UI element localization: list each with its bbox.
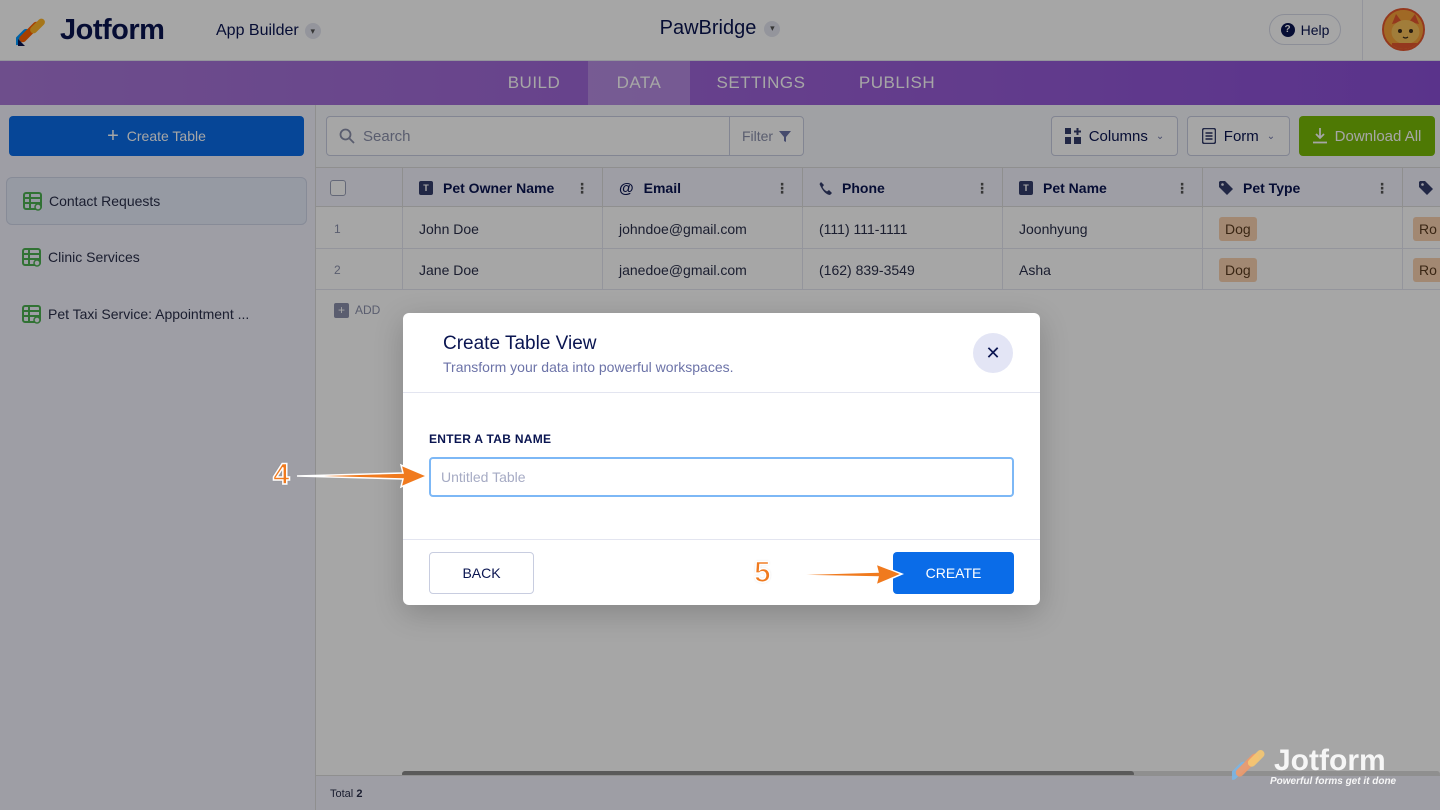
jotform-logo-icon xyxy=(1232,750,1265,780)
jotform-watermark: Jotform Powerful forms get it done xyxy=(1232,742,1412,787)
modal-subtitle: Transform your data into powerful worksp… xyxy=(443,359,734,375)
modal-title: Create Table View xyxy=(443,333,597,354)
tab-name-label: ENTER A TAB NAME xyxy=(429,432,552,446)
watermark-text: Jotform xyxy=(1274,744,1386,777)
arrow-right-icon xyxy=(775,562,905,587)
step-5-label: 5 xyxy=(753,555,771,590)
close-icon: ✕ xyxy=(985,342,1001,363)
arrow-right-icon xyxy=(296,463,429,489)
tab-name-input[interactable] xyxy=(429,457,1014,497)
create-button[interactable]: CREATE xyxy=(893,552,1014,594)
modal-footer: BACK CREATE xyxy=(403,539,1040,605)
step-4-label: 4 xyxy=(272,457,290,492)
modal-header: Create Table View Transform your data in… xyxy=(403,313,1040,393)
watermark-tagline: Powerful forms get it done xyxy=(1270,776,1397,787)
create-table-view-modal: Create Table View Transform your data in… xyxy=(403,313,1040,605)
close-button[interactable]: ✕ xyxy=(973,333,1013,373)
back-button[interactable]: BACK xyxy=(429,552,534,594)
